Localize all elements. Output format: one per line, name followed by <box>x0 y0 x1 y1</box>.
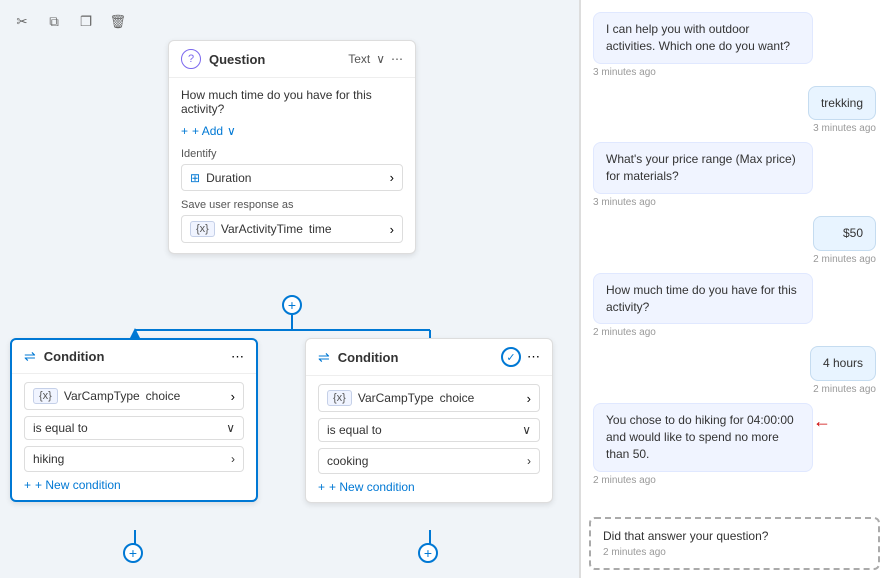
message-time-3: 3 minutes ago <box>593 197 813 208</box>
message-bubble-3: What's your price range (Max price) for … <box>593 142 813 194</box>
cut-button[interactable]: ✂ <box>10 10 34 34</box>
identify-field[interactable]: ⊞ Duration › <box>181 164 403 191</box>
condition-node-left: ⇌ Condition ⋯ {x} VarCampType choice › i… <box>10 338 258 502</box>
footer-message: Did that answer your question? <box>603 529 866 543</box>
condition-icon-left: ⇌ <box>24 348 36 365</box>
add-step-button-bottom-left[interactable]: + <box>123 543 143 563</box>
flow-editor: ✂ ⧉ ❐ 🗑 ? Question Text ∨ <box>0 0 580 578</box>
condition-menu-left[interactable]: ⋯ <box>231 349 244 365</box>
message-7: You chose to do hiking for 04:00:00 and … <box>593 403 813 485</box>
node-header: ? Question Text ∨ ⋯ <box>169 41 415 78</box>
chevron-right-icon: › <box>390 222 394 237</box>
footer-time: 2 minutes ago <box>603 547 866 558</box>
condition-equals-left[interactable]: is equal to ∨ <box>24 416 244 440</box>
message-bubble-2: trekking <box>808 86 876 121</box>
node-title: Question <box>209 52 265 67</box>
chat-panel: I can help you with outdoor activities. … <box>580 0 888 578</box>
save-field[interactable]: {x} VarActivityTime time › <box>181 215 403 243</box>
new-condition-button-right[interactable]: + + New condition <box>318 480 415 494</box>
message-time-4: 2 minutes ago <box>813 254 876 265</box>
condition-icon-right: ⇌ <box>318 349 330 366</box>
chevron-right-val-left: › <box>231 452 235 466</box>
new-condition-button-left[interactable]: + + New condition <box>24 478 121 492</box>
condition-var-row-left[interactable]: {x} VarCampType choice › <box>24 382 244 410</box>
message-4: $50 2 minutes ago <box>813 216 876 265</box>
message-time-6: 2 minutes ago <box>810 384 876 395</box>
condition-title-left: Condition <box>44 349 105 364</box>
table-icon: ⊞ <box>190 171 200 185</box>
question-node: ? Question Text ∨ ⋯ How much time do you… <box>168 40 416 254</box>
toolbar: ✂ ⧉ ❐ 🗑 <box>10 10 130 34</box>
chat-footer: Did that answer your question? 2 minutes… <box>589 517 880 570</box>
var-name-left: VarCampType <box>64 389 140 403</box>
chevron-down-left: ∨ <box>226 421 235 435</box>
add-step-button-top[interactable]: + <box>282 295 302 315</box>
chevron-down-icon[interactable]: ∨ <box>376 52 385 66</box>
plus-icon: + <box>181 124 188 138</box>
message-time-5: 2 minutes ago <box>593 327 813 338</box>
chevron-down-right: ∨ <box>522 423 531 437</box>
question-icon: ? <box>181 49 201 69</box>
message-6: 4 hours 2 minutes ago <box>810 346 876 395</box>
message-1: I can help you with outdoor activities. … <box>593 12 813 78</box>
delete-button[interactable]: 🗑 <box>106 10 130 34</box>
condition-title-right: Condition <box>338 350 399 365</box>
message-bubble-5: How much time do you have for this activ… <box>593 273 813 325</box>
add-chevron: ∨ <box>227 124 236 138</box>
message-bubble-7: You chose to do hiking for 04:00:00 and … <box>593 403 813 471</box>
condition-menu-right[interactable]: ⋯ <box>527 349 540 365</box>
copy-button[interactable]: ⧉ <box>42 10 66 34</box>
condition-value-left[interactable]: hiking › <box>24 446 244 472</box>
message-3: What's your price range (Max price) for … <box>593 142 813 208</box>
message-2: trekking 3 minutes ago <box>808 86 876 135</box>
type-label: Text <box>348 52 370 66</box>
question-text: How much time do you have for this activ… <box>181 88 403 116</box>
var-type-left: choice <box>146 389 181 403</box>
chevron-right-icon: › <box>390 170 394 185</box>
var-type: time <box>309 222 332 236</box>
add-button[interactable]: + + Add ∨ <box>181 124 236 138</box>
chevron-right-left: › <box>231 389 235 404</box>
condition-check-icon: ✓ <box>501 347 521 367</box>
paste-button[interactable]: ❐ <box>74 10 98 34</box>
condition-equals-right[interactable]: is equal to ∨ <box>318 418 540 442</box>
message-time-2: 3 minutes ago <box>808 123 876 134</box>
message-bubble-6: 4 hours <box>810 346 876 381</box>
var-name-right: VarCampType <box>358 391 434 405</box>
arrow-indicator: ← <box>813 411 831 432</box>
condition-var-row-right[interactable]: {x} VarCampType choice › <box>318 384 540 412</box>
identify-value: Duration <box>206 171 251 185</box>
var-tag-left: {x} <box>33 388 58 404</box>
menu-icon[interactable]: ⋯ <box>391 52 403 66</box>
var-tag-right: {x} <box>327 390 352 406</box>
chevron-right-val-right: › <box>527 454 531 468</box>
condition-value-right[interactable]: cooking › <box>318 448 540 474</box>
message-5: How much time do you have for this activ… <box>593 273 813 339</box>
var-tag: {x} <box>190 221 215 237</box>
plus-icon-left: + <box>24 478 31 492</box>
chat-messages: I can help you with outdoor activities. … <box>581 0 888 509</box>
var-type-right: choice <box>440 391 475 405</box>
identify-label: Identify <box>181 148 403 160</box>
plus-icon-right: + <box>318 480 325 494</box>
chevron-right-right: › <box>527 391 531 406</box>
save-label: Save user response as <box>181 199 403 211</box>
message-time-1: 3 minutes ago <box>593 67 813 78</box>
message-bubble-1: I can help you with outdoor activities. … <box>593 12 813 64</box>
message-bubble-4: $50 <box>813 216 876 251</box>
var-name: VarActivityTime <box>221 222 303 236</box>
condition-node-right: ⇌ Condition ✓ ⋯ {x} VarCampType choice ›… <box>305 338 553 503</box>
add-step-button-bottom-right[interactable]: + <box>418 543 438 563</box>
message-time-7: 2 minutes ago <box>593 475 813 486</box>
